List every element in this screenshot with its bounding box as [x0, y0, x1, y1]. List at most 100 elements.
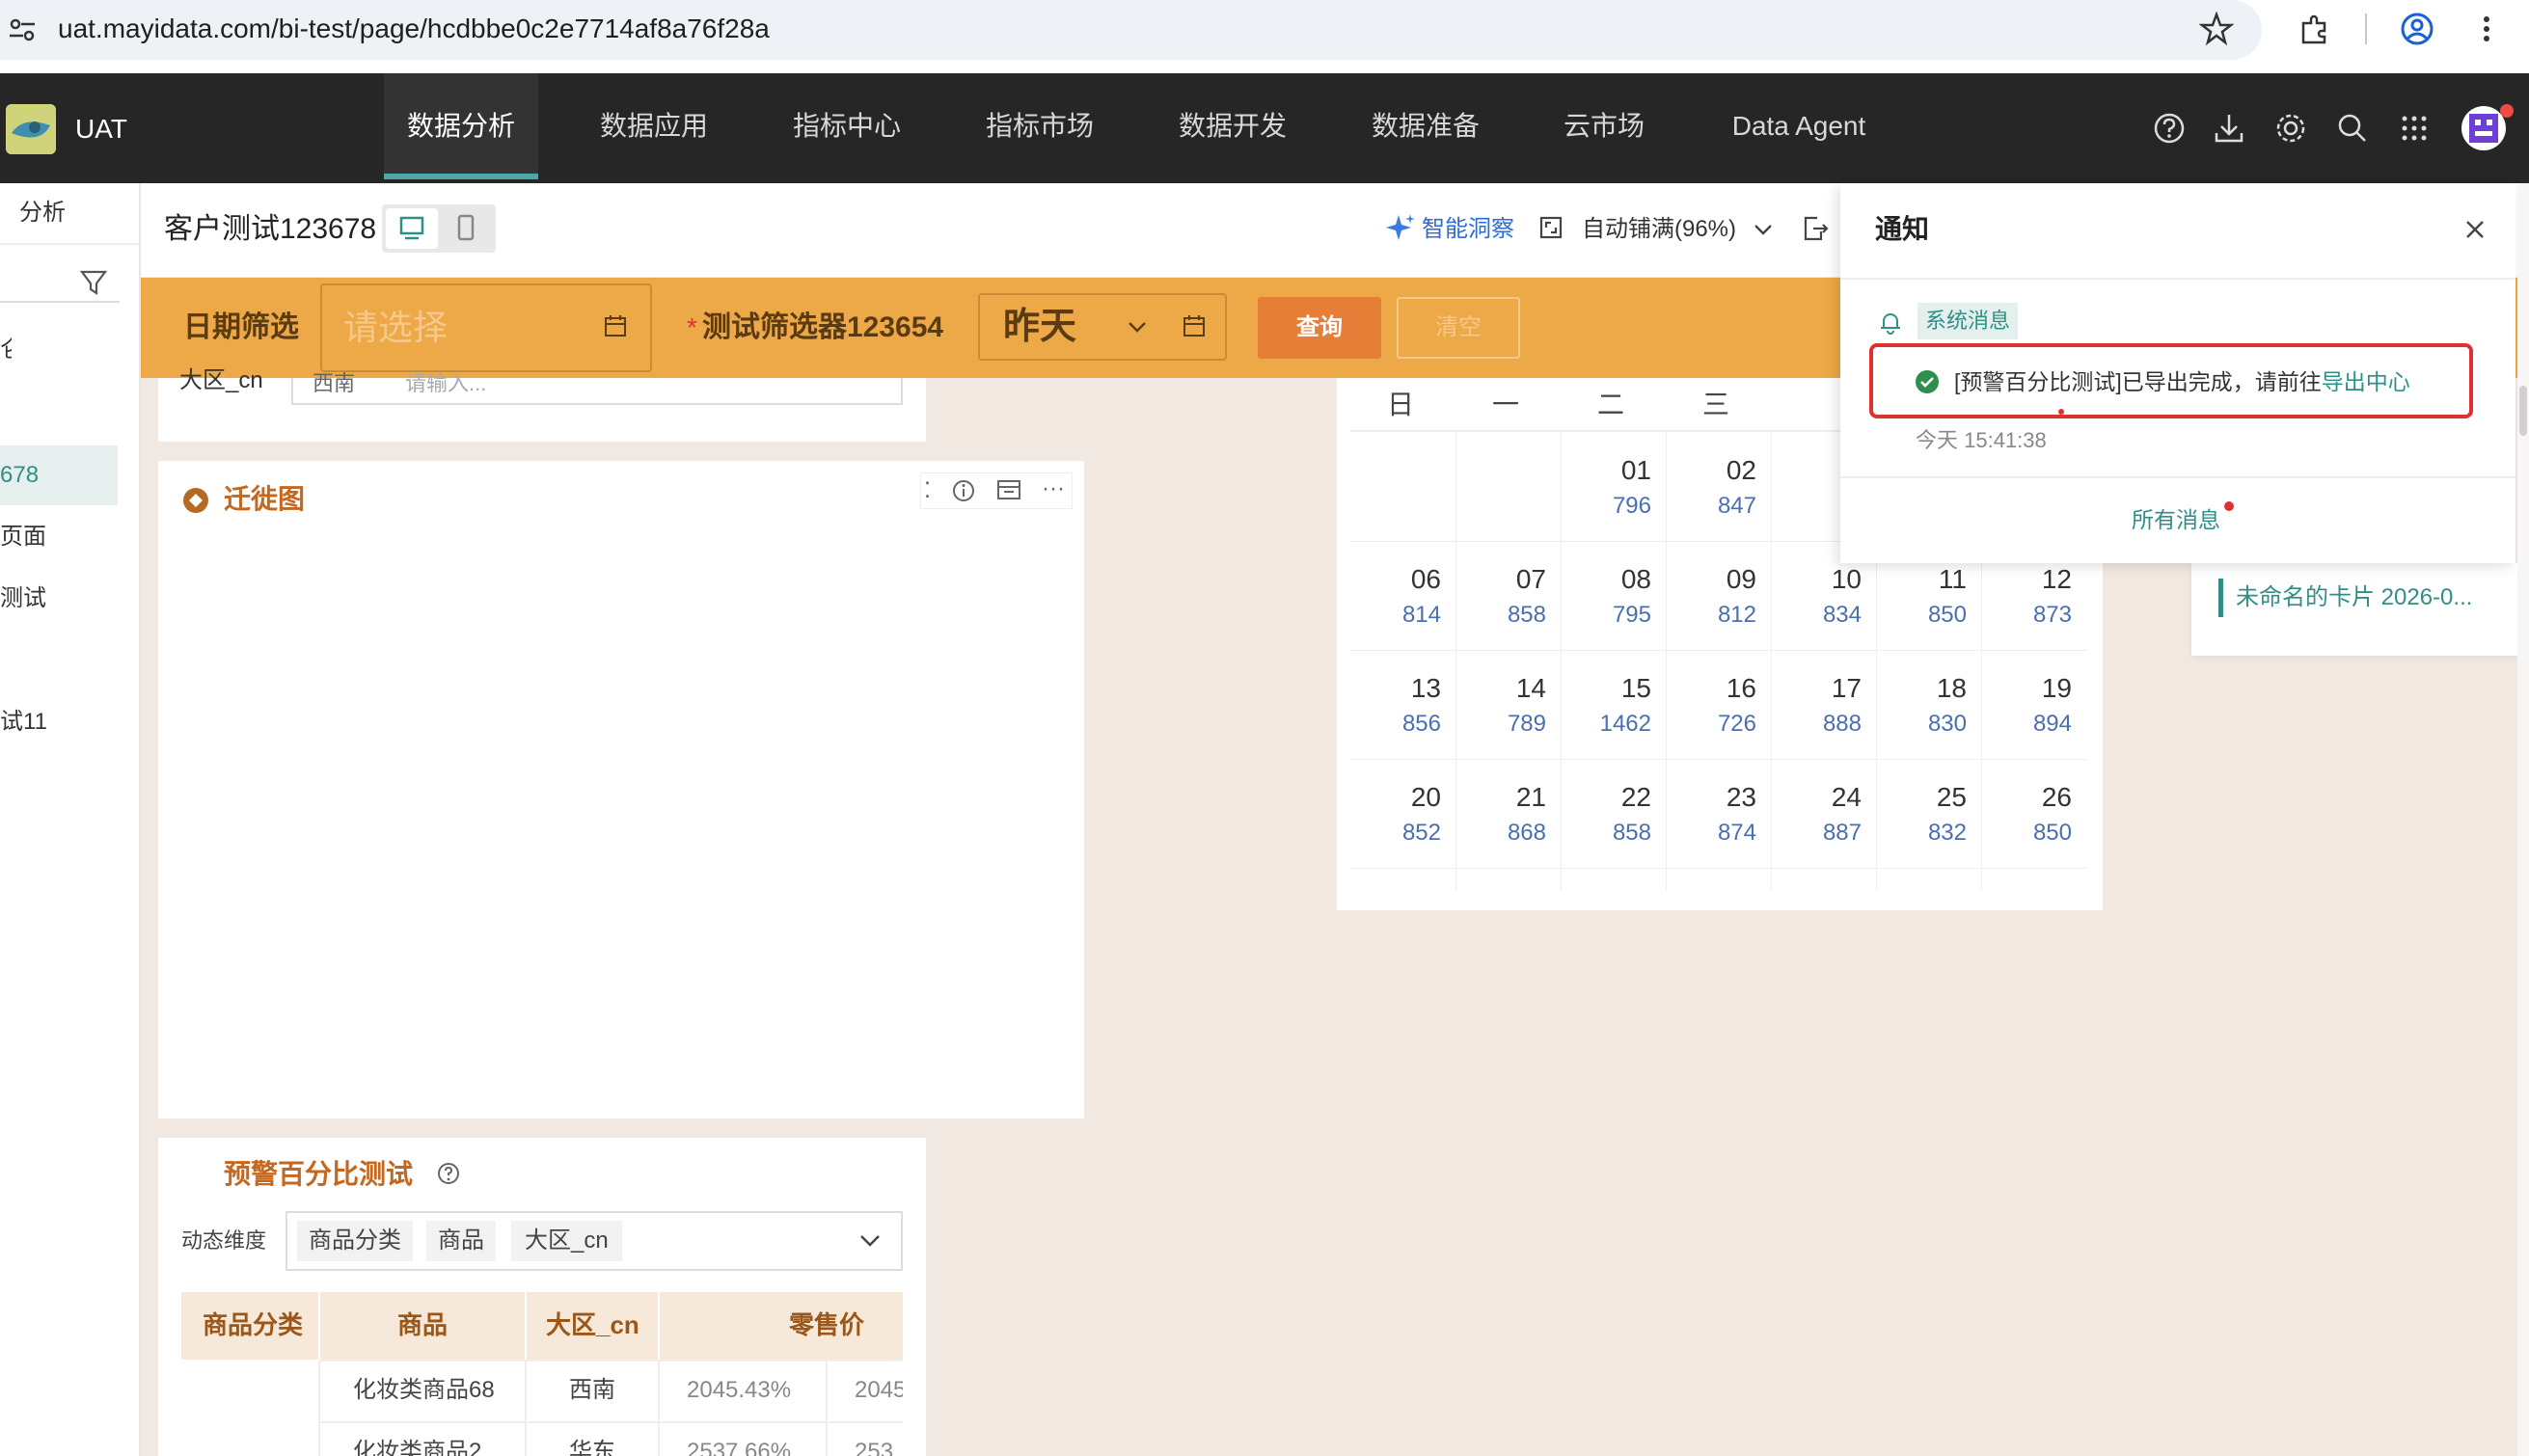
nav-data-dev[interactable]: 数据开发 [1156, 73, 1310, 179]
calendar-day[interactable]: 11 [1884, 562, 1967, 597]
query-button[interactable]: 查询 [1258, 297, 1381, 359]
zoom-chevron-down-icon[interactable] [1752, 218, 1775, 241]
table-col-line [658, 1360, 660, 1456]
help-circle-icon[interactable] [436, 1161, 461, 1186]
calendar-day-value: 834 [1822, 602, 1862, 628]
close-icon[interactable] [2461, 216, 2488, 243]
table-cell: 253 [855, 1439, 894, 1456]
region-filter-input[interactable] [291, 378, 903, 405]
calendar-day[interactable]: 01 [1568, 453, 1651, 488]
nav-data-prep[interactable]: 数据准备 [1348, 73, 1503, 179]
fit-screen-icon[interactable] [1537, 214, 1564, 241]
bookmark-star-icon[interactable] [2199, 12, 2234, 46]
export-center-link[interactable]: 导出中心 [2322, 369, 2410, 394]
sidebar-search-underline [0, 301, 120, 303]
search-icon[interactable] [2334, 110, 2371, 147]
nav-cloud-market[interactable]: 云市场 [1541, 73, 1667, 179]
calendar-day-value: 894 [2032, 711, 2072, 737]
calendar-day[interactable]: 25 [1884, 780, 1967, 815]
extensions-icon[interactable] [2298, 12, 2332, 46]
calendar-day[interactable]: 19 [1989, 671, 2072, 706]
calendar-day-value: 850 [2032, 820, 2072, 846]
table-header-category[interactable]: 商品分类 [203, 1308, 303, 1342]
calendar-day-value: 814 [1401, 602, 1441, 628]
table-header-product[interactable]: 商品 [397, 1308, 448, 1342]
nav-metric-market[interactable]: 指标市场 [963, 73, 1117, 179]
calendar-day[interactable]: 13 [1358, 671, 1441, 706]
more-options-icon[interactable]: ··· [1042, 474, 1065, 503]
dim-chip-region[interactable]: 大区_cn [511, 1221, 622, 1261]
download-icon[interactable] [2211, 110, 2247, 147]
mobile-view-button[interactable] [440, 208, 492, 249]
calendar-day[interactable]: 18 [1884, 671, 1967, 706]
table-header-region[interactable]: 大区_cn [546, 1308, 639, 1342]
settings-gear-icon[interactable] [2272, 110, 2309, 147]
desktop-view-button[interactable] [386, 208, 438, 249]
calendar-col-line [1455, 432, 1456, 891]
dim-chip-product[interactable]: 商品 [426, 1221, 496, 1261]
calendar-day-value: 852 [1401, 820, 1441, 846]
calendar-day[interactable]: 06 [1358, 562, 1441, 597]
profile-icon[interactable] [2400, 12, 2434, 46]
page-scrollbar-track[interactable] [2517, 183, 2529, 1456]
calendar-row-line [1350, 650, 2087, 651]
sidebar-item-0[interactable]: 仑 [0, 336, 12, 364]
region-filter-placeholder: 请输入... [405, 371, 487, 395]
data-view-icon[interactable] [995, 478, 1022, 503]
calendar-day[interactable]: 15 [1568, 671, 1651, 706]
nav-data-agent[interactable]: Data Agent [1707, 73, 1890, 179]
calendar-day-value: 847 [1717, 493, 1756, 519]
all-messages-link[interactable]: 所有消息 [2132, 505, 2220, 534]
calendar-day[interactable]: 16 [1673, 671, 1756, 706]
calendar-day[interactable]: 12 [1989, 562, 2072, 597]
calendar-day[interactable]: 22 [1568, 780, 1651, 815]
sidebar-item-2[interactable]: 页面 [0, 523, 46, 552]
calendar-day[interactable]: 02 [1673, 453, 1756, 488]
apps-grid-icon[interactable] [2396, 110, 2433, 147]
calendar-day[interactable]: 09 [1673, 562, 1756, 597]
calendar-day[interactable]: 26 [1989, 780, 2072, 815]
reset-button[interactable]: 清空 [1397, 297, 1520, 359]
card-action-more-vertical-icon[interactable]: ⁚ [924, 478, 931, 503]
app-name: UAT [75, 114, 127, 144]
browser-menu-icon[interactable] [2469, 12, 2504, 46]
dim-select-chevron-down-icon[interactable] [857, 1227, 884, 1254]
calendar-day[interactable]: 10 [1779, 562, 1862, 597]
sidebar-item-1[interactable]: 678 [0, 461, 39, 490]
calendar-day[interactable]: 14 [1463, 671, 1546, 706]
dim-chip-category[interactable]: 商品分类 [297, 1221, 413, 1261]
test-filter-calendar-icon [1183, 315, 1205, 337]
page-scrollbar-thumb[interactable] [2519, 386, 2527, 436]
smart-insight-button[interactable]: 智能洞察 [1422, 214, 1514, 245]
export-icon[interactable] [1800, 214, 1829, 243]
app-logo[interactable] [6, 104, 56, 154]
calendar-day[interactable]: 17 [1779, 671, 1862, 706]
notification-message: [预警百分比测试]已导出完成，请前往导出中心 [1954, 366, 2410, 397]
nav-data-apps[interactable]: 数据应用 [577, 73, 731, 179]
calendar-day[interactable]: 07 [1463, 562, 1546, 597]
sidebar-item-3[interactable]: 测试 [0, 584, 46, 613]
bell-icon [1881, 313, 1900, 335]
zoom-select[interactable]: 自动铺满(96%) [1582, 214, 1736, 245]
unnamed-card-title[interactable]: 未命名的卡片 2026-0... [2236, 582, 2472, 613]
calendar-day[interactable]: 08 [1568, 562, 1651, 597]
filter-funnel-icon[interactable] [79, 268, 108, 297]
calendar-day[interactable]: 20 [1358, 780, 1441, 815]
calendar-day[interactable]: 24 [1779, 780, 1862, 815]
calendar-col-line [1561, 432, 1562, 891]
calendar-day[interactable]: 21 [1463, 780, 1546, 815]
system-message-tag: 系统消息 [1917, 303, 2019, 339]
calendar-day[interactable]: 23 [1673, 780, 1756, 815]
nav-data-analysis[interactable]: 数据分析 [384, 73, 538, 179]
sidebar-item-4[interactable]: 试11 [0, 708, 47, 737]
user-avatar[interactable] [2461, 106, 2506, 150]
site-settings-icon[interactable] [8, 15, 37, 44]
calendar-day-value: 858 [1612, 820, 1651, 846]
url-text[interactable]: uat.mayidata.com/bi-test/page/hcdbbe0c2e… [58, 12, 770, 46]
info-icon[interactable] [951, 478, 976, 503]
nav-metric-center[interactable]: 指标中心 [770, 73, 924, 179]
test-filter-value: 昨天 [1003, 307, 1077, 347]
table-header-retail-price[interactable]: 零售价 [789, 1308, 864, 1342]
help-icon[interactable] [2151, 110, 2188, 147]
date-filter-label: 日期筛选 [183, 311, 299, 343]
